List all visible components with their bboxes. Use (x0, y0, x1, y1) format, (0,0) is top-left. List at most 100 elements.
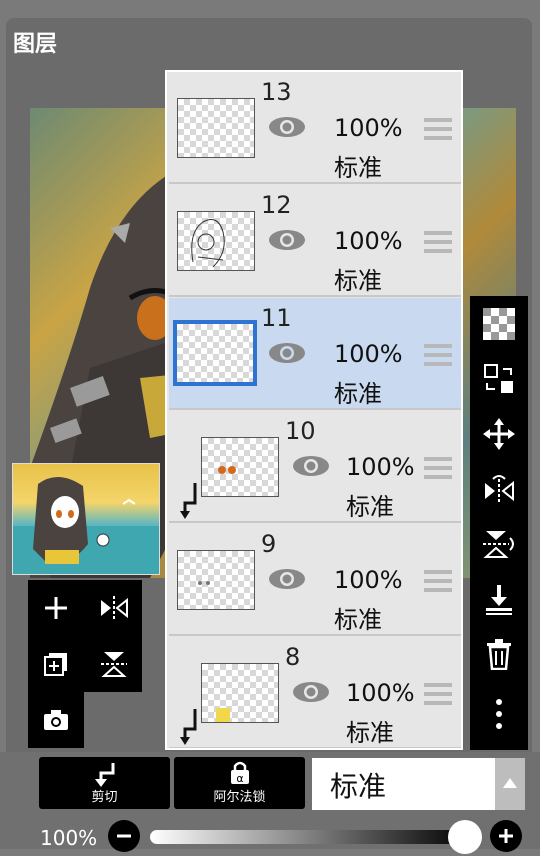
opacity-percent: 100% (40, 826, 98, 850)
drag-handle[interactable] (424, 457, 452, 484)
flip-horizontal-button[interactable] (86, 580, 142, 636)
visibility-toggle[interactable] (267, 227, 307, 257)
merge-down-icon (486, 584, 512, 615)
right-toolbar (470, 296, 528, 750)
add-layer-button[interactable] (28, 580, 84, 636)
minus-icon (117, 834, 131, 838)
eye-icon (293, 682, 329, 702)
trash-icon (487, 638, 511, 670)
flip-horizontal-icon (485, 474, 514, 503)
layer-row-10[interactable]: 10 100% 标准 (169, 411, 461, 523)
layer-thumbnail (173, 320, 257, 386)
layer-opacity: 100% (346, 453, 415, 481)
layer-thumbnail (177, 550, 255, 610)
layer-number: 10 (285, 417, 316, 445)
visibility-toggle[interactable] (291, 679, 331, 709)
opacity-row: 100% (0, 818, 540, 854)
flip-horizontal-layer-button[interactable] (470, 461, 528, 516)
layer-row-13[interactable]: 13 100% 标准 (169, 72, 461, 184)
layer-number: 13 (261, 78, 292, 106)
visibility-toggle[interactable] (267, 340, 307, 370)
layer-blend-mode: 标准 (346, 493, 394, 521)
layer-number: 8 (285, 643, 301, 671)
eye-icon (269, 343, 305, 363)
drag-handle[interactable] (424, 231, 452, 258)
flip-vertical-icon (101, 652, 127, 677)
transparency-button[interactable] (470, 296, 528, 351)
layer-row-12[interactable]: 12 100% 标准 (169, 185, 461, 297)
opacity-slider-track[interactable] (150, 830, 470, 844)
visibility-toggle[interactable] (267, 566, 307, 596)
clipping-button[interactable]: 剪切 (39, 757, 170, 809)
yellow-thumbnail (216, 708, 230, 722)
move-icon (483, 417, 515, 450)
flip-horizontal-icon (101, 596, 128, 620)
clipping-arrow-icon (179, 707, 201, 748)
alpha-lock-label: 阿尔法锁 (213, 790, 266, 805)
swap-icon (484, 363, 513, 393)
layer-opacity: 100% (334, 227, 403, 255)
merge-down-button[interactable] (470, 571, 528, 626)
flip-vertical-button[interactable] (86, 636, 142, 692)
canvas-thumbnail[interactable] (12, 463, 160, 575)
visibility-toggle[interactable] (291, 453, 331, 483)
lock-alpha-icon: α (231, 761, 249, 785)
duplicate-icon (44, 653, 67, 676)
opacity-decrease-button[interactable] (108, 820, 140, 852)
layer-number: 12 (261, 191, 292, 219)
swap-layer-button[interactable] (470, 351, 528, 406)
thumbnail-illustration (13, 476, 159, 574)
alpha-lock-button[interactable]: α 阿尔法锁 (174, 757, 305, 809)
duplicate-layer-button[interactable] (28, 636, 84, 692)
layer-thumbnail (201, 437, 279, 497)
eye-dots-thumbnail (218, 466, 236, 474)
flip-vertical-layer-button[interactable] (470, 516, 528, 571)
layer-row-8[interactable]: 8 100% 标准 (169, 637, 461, 748)
flip-vertical-icon (483, 530, 514, 558)
blend-mode-value: 标准 (330, 770, 387, 803)
layer-row-11[interactable]: 11 100% 标准 (169, 298, 461, 410)
layer-blend-mode: 标准 (334, 154, 382, 182)
drag-handle[interactable] (424, 570, 452, 597)
delete-layer-button[interactable] (470, 626, 528, 681)
plus-icon (45, 597, 67, 619)
drag-handle[interactable] (424, 683, 452, 710)
blend-mode-dropdown-button[interactable] (495, 758, 525, 810)
layer-blend-mode: 标准 (334, 380, 382, 408)
drag-handle[interactable] (424, 118, 452, 145)
opacity-increase-button[interactable] (490, 820, 522, 852)
move-button[interactable] (470, 406, 528, 461)
layer-number: 11 (261, 304, 292, 332)
layer-thumbnail (177, 98, 255, 158)
clipping-label: 剪切 (91, 790, 118, 805)
more-options-button[interactable] (470, 686, 528, 741)
panel-title: 图层 (13, 32, 58, 57)
clip-arrow-icon (95, 763, 115, 787)
eye-icon (269, 230, 305, 250)
sketch-thumbnail (191, 219, 225, 268)
clipping-arrow-icon (179, 481, 201, 525)
plus-icon (499, 829, 513, 843)
triangle-up-icon (503, 778, 517, 788)
layer-number: 9 (261, 530, 277, 558)
eye-icon (293, 456, 329, 476)
drag-handle[interactable] (424, 344, 452, 371)
camera-button[interactable] (28, 692, 84, 748)
layer-opacity: 100% (334, 340, 403, 368)
layer-blend-mode: 标准 (334, 267, 382, 295)
layers-list: 13 100% 标准 12 100% 标准 11 100% 标准 10 100%… (165, 70, 463, 750)
eye-icon (269, 117, 305, 137)
visibility-toggle[interactable] (267, 114, 307, 144)
layer-opacity: 100% (334, 566, 403, 594)
camera-icon (44, 710, 68, 730)
svg-text:α: α (236, 772, 243, 785)
blend-mode-select[interactable]: 标准 (312, 758, 495, 810)
layer-row-9[interactable]: 9 100% 标准 (169, 524, 461, 636)
dots-thumbnail (198, 581, 210, 585)
more-vertical-icon (496, 698, 502, 729)
layer-thumbnail (177, 211, 255, 271)
layer-blend-mode: 标准 (346, 719, 394, 747)
layer-blend-mode: 标准 (334, 606, 382, 634)
eye-icon (269, 569, 305, 589)
layer-opacity: 100% (334, 114, 403, 142)
